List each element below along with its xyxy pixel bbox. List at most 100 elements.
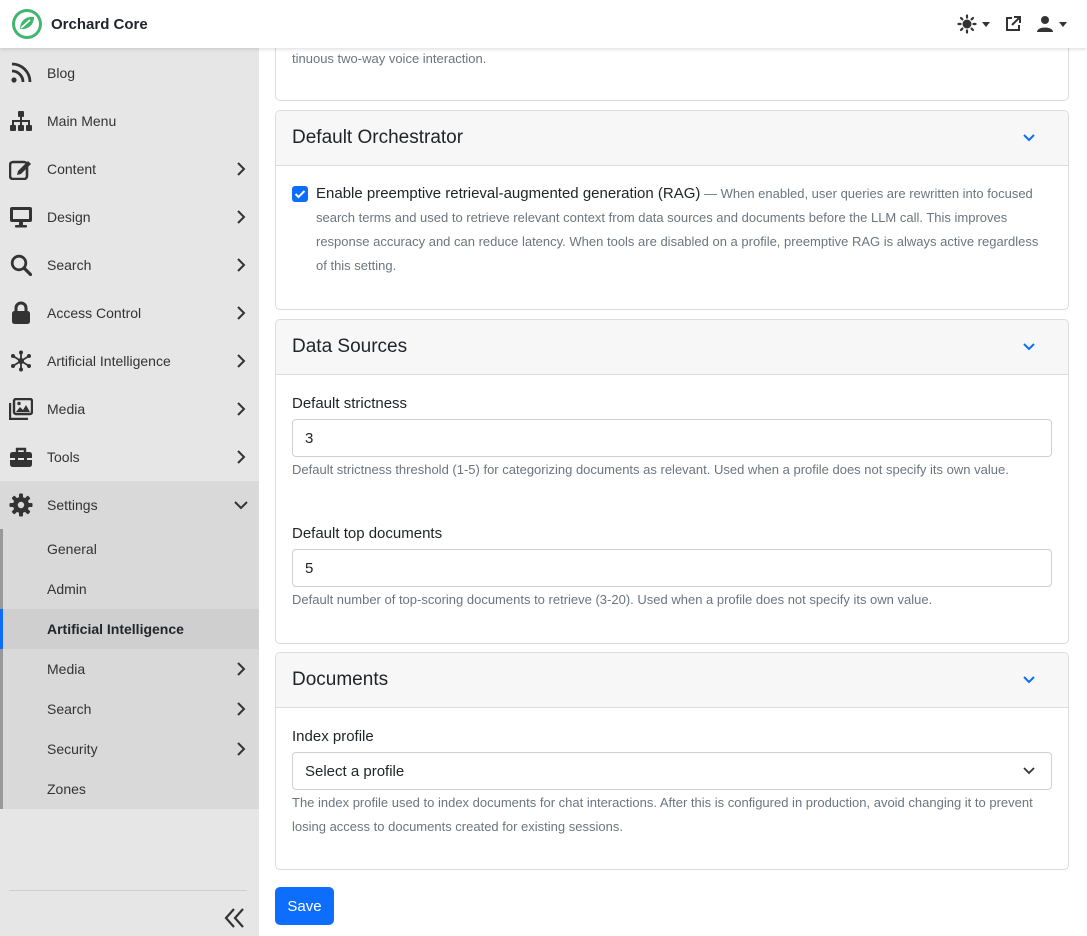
default-top-documents-help: Default number of top-scoring documents … [292,592,933,607]
chevron-right-icon [237,210,246,224]
index-profile-select[interactable]: Select a profile [292,752,1052,790]
sidebar-divider [9,890,247,891]
default-top-documents-input[interactable] [292,549,1052,587]
sidebar-item-label: Security [47,741,98,757]
sidebar-subitem-security[interactable]: Security [3,729,259,769]
default-strictness-label: Default strictness [292,395,408,412]
chevron-right-icon [237,402,246,416]
chevron-down-icon [982,21,990,27]
search-icon [9,253,33,277]
card-title: Data Sources [292,336,408,357]
monitor-icon [9,205,33,229]
orchard-core-logo-icon [12,9,42,39]
chevron-down-icon [234,501,248,510]
index-profile-label: Index profile [292,728,374,745]
card-header[interactable]: Documents [276,653,1068,708]
gear-icon [9,493,33,517]
theme-toggle-icon [957,14,977,34]
sitemap-icon [9,109,33,133]
sidebar-subitem-zones[interactable]: Zones [3,769,259,809]
chevron-right-icon [237,742,246,756]
select-value: Select a profile [305,762,405,780]
chevron-down-icon [1023,767,1035,775]
chevron-right-icon [237,662,246,676]
default-strictness-input[interactable] [292,419,1052,457]
sidebar-item-label: Access Control [47,305,142,321]
sidebar-subitem-general[interactable]: General [3,529,259,569]
sidebar-item-main-menu[interactable]: Main Menu [0,97,259,145]
sidebar-item-label: Media [47,401,86,417]
edit-icon [9,157,33,181]
lock-icon [9,301,33,325]
collapse-sidebar-icon[interactable] [222,906,248,930]
sidebar-subitem-artificial-intelligence[interactable]: Artificial Intelligence [0,609,259,649]
sidebar-item-label: Settings [47,497,98,513]
checkbox-label[interactable]: Enable preemptive retrieval-augmented ge… [316,185,700,202]
sidebar-item-design[interactable]: Design [0,193,259,241]
main-content: tinuous two-way voice interaction. Defau… [259,38,1087,936]
default-orchestrator-card: Default Orchestrator Enable preemptive r… [275,110,1069,310]
card-title: Documents [292,669,389,690]
default-top-documents-label: Default top documents [292,525,443,542]
sidebar-item-settings[interactable]: Settings [0,481,259,529]
sidebar-item-artificial-intelligence[interactable]: Artificial Intelligence [0,337,259,385]
sidebar-item-label: Blog [47,65,76,81]
sidebar-item-content[interactable]: Content [0,145,259,193]
data-sources-card: Data Sources Default strictness Default … [275,319,1069,644]
checkmark-icon [294,190,306,199]
visit-site-button[interactable] [1004,15,1022,33]
save-button[interactable]: Save [275,887,334,925]
sidebar-item-access-control[interactable]: Access Control [0,289,259,337]
brand[interactable]: Orchard Core [11,8,148,40]
user-menu-button[interactable] [1036,15,1067,33]
sidebar-item-tools[interactable]: Tools [0,433,259,481]
sidebar-subitem-media[interactable]: Media [3,649,259,689]
network-icon [9,349,33,373]
chevron-right-icon [237,258,246,272]
sidebar-item-label: Search [47,701,92,717]
images-icon [9,397,33,421]
sidebar-item-label: Tools [47,449,80,465]
sidebar: Blog Main Menu Content Design Search Acc… [0,48,259,936]
chevron-right-icon [237,702,246,716]
default-strictness-help: Default strictness threshold (1-5) for c… [292,462,1009,477]
documents-card: Documents Index profile Select a profile… [275,652,1069,870]
card-title: Default Orchestrator [292,127,464,148]
brand-name: Orchard Core [51,15,148,33]
sidebar-item-label: Main Menu [47,113,117,129]
rag-option-text: Enable preemptive retrieval-augmented ge… [316,182,1052,278]
sidebar-item-label: Search [47,257,92,273]
sidebar-subitem-admin[interactable]: Admin [3,569,259,609]
sidebar-item-label: Artificial Intelligence [47,621,184,637]
sidebar-item-media[interactable]: Media [0,385,259,433]
chevron-right-icon [237,450,246,464]
card-header[interactable]: Default Orchestrator [276,111,1068,166]
chevron-down-icon[interactable] [1022,342,1036,352]
toolbox-icon [9,445,33,469]
theme-toggle-button[interactable] [957,14,990,34]
index-profile-help: The index profile used to index document… [292,795,1033,834]
enable-preemptive-rag-checkbox[interactable] [292,186,308,202]
card-header[interactable]: Data Sources [276,320,1068,375]
card-body-text: tinuous two-way voice interaction. [292,51,487,66]
rss-icon [9,61,33,85]
chevron-right-icon [237,354,246,368]
chevron-down-icon[interactable] [1022,675,1036,685]
sidebar-item-label: Design [47,209,91,225]
user-icon [1037,16,1053,32]
top-navbar: Orchard Core [0,0,1087,48]
sidebar-item-search[interactable]: Search [0,241,259,289]
sidebar-item-label: Admin [47,581,87,597]
sidebar-item-label: Artificial Intelligence [47,353,171,369]
sidebar-item-label: Media [47,661,86,677]
sidebar-item-label: Zones [47,781,86,797]
external-link-icon [1006,16,1021,31]
sidebar-item-label: Content [47,161,97,177]
sidebar-subitem-search[interactable]: Search [3,689,259,729]
chevron-down-icon [1059,21,1067,27]
settings-submenu: General Admin Artificial Intelligence Me… [0,529,259,809]
chevron-right-icon [237,162,246,176]
chevron-down-icon[interactable] [1022,133,1036,143]
sidebar-item-blog[interactable]: Blog [0,49,259,97]
chevron-right-icon [237,306,246,320]
